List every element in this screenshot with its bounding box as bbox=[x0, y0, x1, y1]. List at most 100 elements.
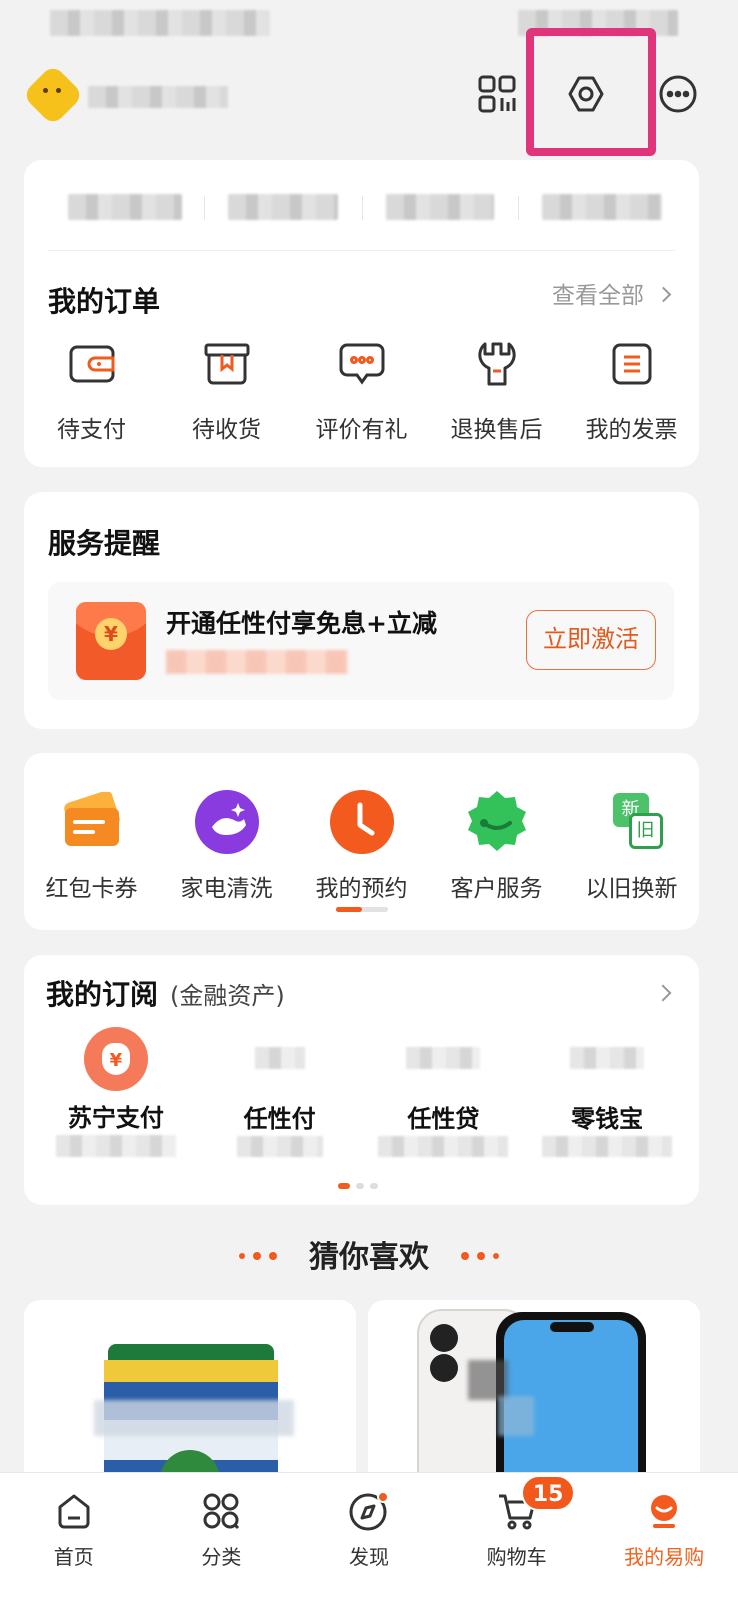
tool-coupons[interactable]: 红包卡券 bbox=[24, 789, 159, 909]
settings-highlight-box bbox=[526, 28, 656, 156]
subscription-item[interactable]: 任性付 bbox=[198, 1027, 362, 1157]
subscription-pager bbox=[338, 1183, 378, 1189]
subscription-desc-blurred bbox=[542, 1136, 673, 1157]
cart-count-badge: 15 bbox=[520, 1475, 576, 1511]
recommend-heading: 猜你喜欢 bbox=[0, 1232, 738, 1276]
orders-card: 我的订单 查看全部 待支付 待收货 评价有礼 退换售后 我的发票 bbox=[24, 160, 699, 467]
coupon-icon bbox=[59, 789, 125, 855]
tab-label: 首页 bbox=[53, 1545, 94, 1569]
subscription-item[interactable]: 任性贷 bbox=[362, 1027, 526, 1157]
subscription-item[interactable]: 零钱宝 bbox=[525, 1027, 689, 1157]
asset-item[interactable] bbox=[542, 194, 662, 220]
assets-row bbox=[68, 186, 698, 226]
asset-item[interactable] bbox=[386, 194, 494, 220]
tool-trade-in[interactable]: 新 旧 以旧换新 bbox=[564, 789, 699, 909]
trade-in-old-badge: 旧 bbox=[628, 813, 663, 849]
tab-cart[interactable]: 15 购物车 bbox=[443, 1473, 591, 1600]
bottom-tab-bar: 首页 分类 发现 15 购物车 我的易购 bbox=[0, 1472, 738, 1600]
subscription-name: 苏宁支付 bbox=[67, 1103, 164, 1132]
tools-row: 红包卡券 家电清洗 我的预约 客户服务 新 旧 以旧换新 bbox=[24, 789, 699, 909]
tool-label: 家电清洗 bbox=[180, 876, 273, 902]
subscription-desc-blurred bbox=[378, 1136, 509, 1157]
more-chat-icon[interactable] bbox=[656, 72, 700, 116]
order-after-sales[interactable]: 退换售后 bbox=[429, 340, 564, 450]
subscription-card: 我的订阅 (金融资产) ¥ 苏宁支付 任性付 任性贷 零钱宝 bbox=[24, 955, 699, 1205]
order-pending-receipt[interactable]: 待收货 bbox=[159, 340, 294, 450]
order-label: 待收货 bbox=[192, 417, 261, 443]
activate-button[interactable]: 立即激活 bbox=[526, 610, 656, 670]
tool-customer-service[interactable]: 客户服务 bbox=[429, 789, 564, 909]
recommend-title: 猜你喜欢 bbox=[309, 1240, 429, 1275]
subscription-name: 任性付 bbox=[243, 1105, 316, 1134]
service-title: 服务提醒 bbox=[48, 527, 161, 560]
status-left-blurred bbox=[50, 10, 270, 36]
product-card[interactable] bbox=[368, 1300, 700, 1500]
wrench-icon bbox=[473, 340, 521, 388]
trade-in-icon: 新 旧 bbox=[599, 789, 665, 855]
category-icon bbox=[199, 1489, 243, 1533]
asset-item[interactable] bbox=[68, 194, 182, 220]
customer-service-icon bbox=[464, 789, 530, 855]
cleaning-icon bbox=[194, 789, 260, 855]
my-icon bbox=[642, 1489, 686, 1533]
tool-appointment[interactable]: 我的预约 bbox=[294, 789, 429, 909]
subscription-item[interactable]: ¥ 苏宁支付 bbox=[34, 1027, 198, 1157]
username-blurred[interactable] bbox=[88, 86, 228, 108]
money-bag-icon: ¥ bbox=[83, 1027, 148, 1091]
box-icon bbox=[203, 340, 251, 388]
invoice-icon bbox=[608, 340, 656, 388]
scan-qr-icon[interactable] bbox=[475, 72, 519, 116]
tab-discover[interactable]: 发现 bbox=[295, 1473, 443, 1600]
wallet-icon bbox=[68, 340, 116, 388]
order-review[interactable]: 评价有礼 bbox=[294, 340, 429, 450]
orders-title: 我的订单 bbox=[48, 285, 161, 318]
chevron-right-icon[interactable] bbox=[654, 984, 672, 1002]
promo-subtitle-blurred bbox=[166, 650, 348, 674]
promo-banner[interactable]: ¥ 开通任性付享免息+立减 立即激活 bbox=[48, 582, 674, 700]
promo-title: 开通任性付享免息+立减 bbox=[166, 609, 437, 638]
see-all-label: 查看全部 bbox=[552, 283, 644, 309]
see-all-orders-link[interactable]: 查看全部 bbox=[552, 276, 672, 310]
smartphone-image bbox=[417, 1309, 646, 1500]
subscription-name: 零钱宝 bbox=[571, 1105, 644, 1134]
subscription-subtitle: (金融资产) bbox=[170, 982, 285, 1010]
tool-cleaning[interactable]: 家电清洗 bbox=[159, 789, 294, 909]
clock-icon bbox=[329, 789, 395, 855]
tab-label: 购物车 bbox=[486, 1545, 547, 1569]
tab-my[interactable]: 我的易购 bbox=[590, 1473, 738, 1600]
order-status-row: 待支付 待收货 评价有礼 退换售后 我的发票 bbox=[24, 340, 699, 450]
asset-item[interactable] bbox=[228, 194, 338, 220]
blurred-icon bbox=[570, 1047, 645, 1070]
blurred-icon bbox=[406, 1047, 481, 1070]
product-card[interactable] bbox=[24, 1300, 356, 1500]
subscription-desc-blurred bbox=[236, 1136, 323, 1157]
tab-home[interactable]: 首页 bbox=[0, 1473, 148, 1600]
red-envelope-icon: ¥ bbox=[76, 602, 146, 680]
subscription-title-text: 我的订阅 bbox=[46, 978, 159, 1011]
tab-category[interactable]: 分类 bbox=[148, 1473, 296, 1600]
service-reminder-card: 服务提醒 ¥ 开通任性付享免息+立减 立即激活 bbox=[24, 492, 699, 729]
avatar[interactable] bbox=[21, 63, 85, 127]
money-bag-symbol: ¥ bbox=[101, 1043, 130, 1075]
order-label: 退换售后 bbox=[450, 417, 543, 443]
tool-label: 客户服务 bbox=[450, 876, 543, 902]
tool-label: 以旧换新 bbox=[585, 876, 678, 902]
tools-scroll-indicator bbox=[336, 907, 388, 912]
home-icon bbox=[52, 1489, 96, 1533]
tab-label: 发现 bbox=[348, 1545, 389, 1569]
milk-powder-can-image bbox=[94, 1344, 294, 1500]
tab-label: 我的易购 bbox=[624, 1545, 705, 1569]
order-pending-payment[interactable]: 待支付 bbox=[24, 340, 159, 450]
tool-label: 我的预约 bbox=[315, 876, 408, 902]
order-invoice[interactable]: 我的发票 bbox=[564, 340, 699, 450]
tab-label: 分类 bbox=[201, 1545, 242, 1569]
blurred-icon bbox=[254, 1047, 305, 1070]
order-label: 待支付 bbox=[57, 417, 126, 443]
tool-label: 红包卡券 bbox=[45, 876, 138, 902]
order-label: 评价有礼 bbox=[315, 417, 408, 443]
discover-icon bbox=[347, 1489, 391, 1533]
chevron-right-icon bbox=[655, 286, 672, 303]
subscription-title: 我的订阅 (金融资产) bbox=[46, 973, 285, 1013]
order-label: 我的发票 bbox=[585, 417, 678, 443]
comment-icon bbox=[338, 340, 386, 388]
